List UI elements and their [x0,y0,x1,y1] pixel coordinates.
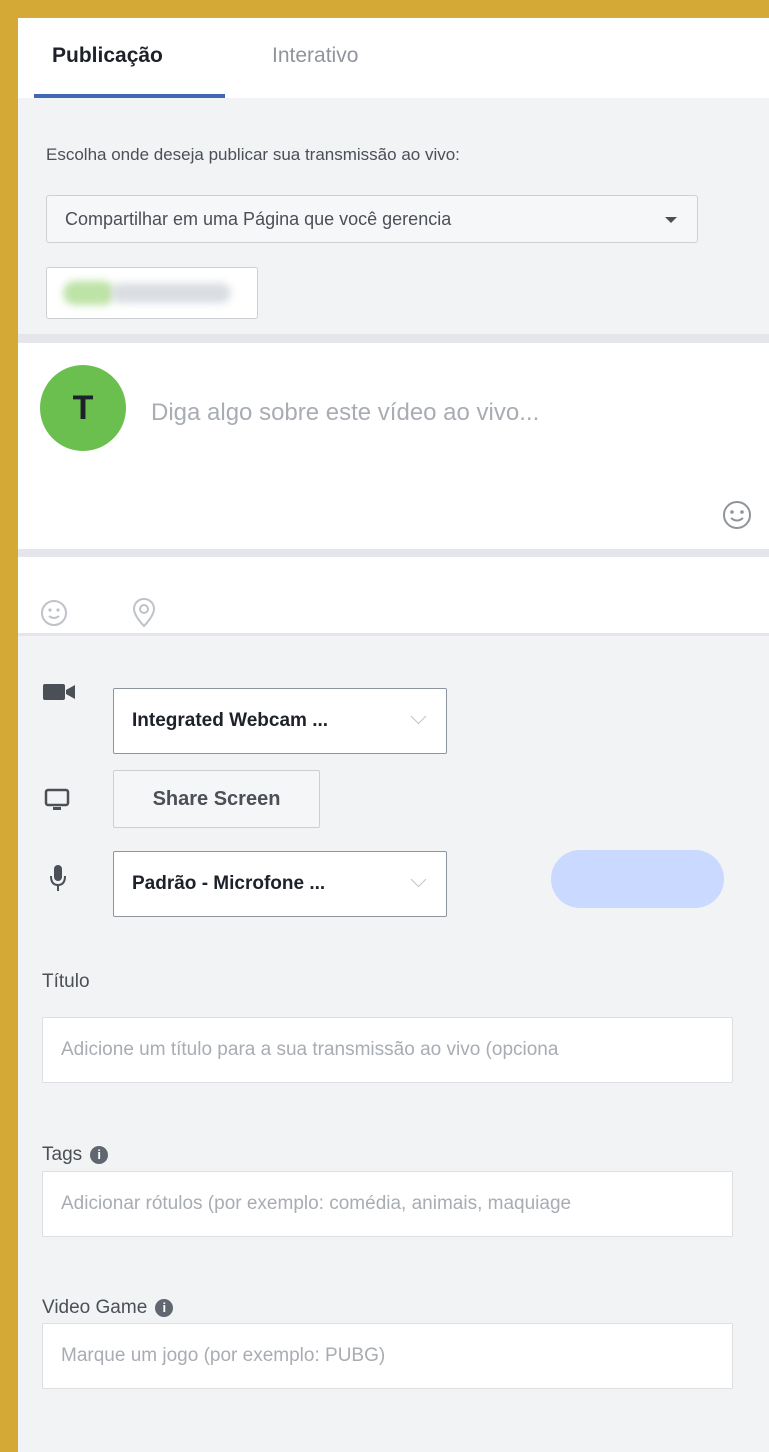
tab-interativo[interactable]: Interativo [272,44,358,68]
avatar: T [40,365,126,451]
tags-label-row: Tags i [42,1144,109,1166]
live-video-setup-panel: Publicação Interativo Escolha onde desej… [18,18,769,1452]
feeling-icon[interactable] [40,599,68,627]
tab-publicacao[interactable]: Publicação [52,44,163,68]
post-actions-row [18,557,769,633]
video-game-label: Video Game [42,1297,148,1318]
emoji-icon[interactable] [722,500,752,530]
microphone-select-value: Padrão - Microfone ... [132,873,326,894]
post-composer: T [18,343,769,549]
page-name-blurred [111,283,231,303]
video-game-input[interactable] [42,1323,733,1389]
tab-bar: Publicação Interativo [18,18,769,98]
selected-page-chip[interactable] [46,267,258,319]
publish-destination-label: Compartilhar em uma Página que você gere… [65,209,452,229]
camera-select[interactable]: Integrated Webcam ... [113,688,447,754]
section-divider [18,549,769,557]
info-icon[interactable]: i [155,1298,174,1317]
title-label: Título [42,971,90,992]
share-screen-button[interactable]: Share Screen [113,770,320,828]
location-pin-icon[interactable] [131,597,157,629]
publish-destination-dropdown[interactable]: Compartilhar em uma Página que você gere… [46,195,698,243]
page-avatar-blurred [63,281,115,305]
camera-select-value: Integrated Webcam ... [132,710,329,731]
monitor-icon [44,788,70,810]
section-divider [18,334,769,343]
video-game-label-row: Video Game i [42,1297,174,1319]
active-tab-indicator [34,94,225,98]
microphone-select[interactable]: Padrão - Microfone ... [113,851,447,917]
video-camera-icon [43,684,75,700]
publish-prompt: Escolha onde deseja publicar sua transmi… [46,145,460,164]
tags-input[interactable] [42,1171,733,1237]
section-divider [18,633,769,636]
chevron-down-icon [410,708,427,725]
caret-down-icon [665,217,677,223]
title-input[interactable] [42,1017,733,1083]
chevron-down-icon [410,871,427,888]
microphone-icon [50,865,66,891]
info-icon[interactable]: i [90,1145,109,1164]
mic-level-indicator [551,850,724,908]
tags-label: Tags [42,1144,83,1165]
post-text-input[interactable] [151,393,711,433]
